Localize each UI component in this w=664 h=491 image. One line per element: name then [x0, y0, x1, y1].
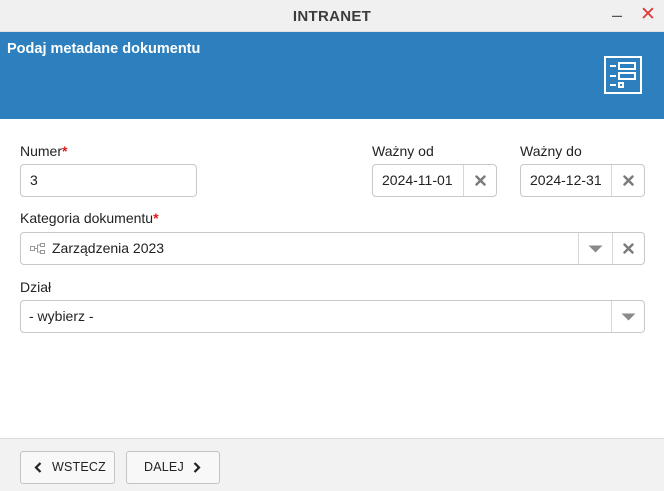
- dzial-label: Dział: [20, 279, 52, 295]
- wazny-od-value: 2024-11-01: [382, 172, 453, 188]
- back-button[interactable]: WSTECZ: [20, 451, 115, 484]
- wazny-do-value: 2024-12-31: [530, 172, 602, 188]
- chevron-down-icon: [588, 245, 603, 253]
- wazny-od-date-input[interactable]: 2024-11-01: [372, 164, 497, 197]
- chevron-down-icon: [621, 313, 636, 321]
- clear-wazny-do-button[interactable]: [612, 165, 644, 196]
- kategoria-label: Kategoria dokumentu*: [20, 210, 159, 226]
- form-list-icon: [604, 56, 642, 94]
- clear-icon: [475, 175, 486, 186]
- numer-value: 3: [30, 172, 38, 188]
- minimize-button[interactable]: –: [604, 0, 630, 32]
- dialog-header: Podaj metadane dokumentu: [0, 32, 664, 119]
- wazny-od-label: Ważny od: [372, 143, 434, 159]
- kategoria-value: Zarządzenia 2023: [52, 240, 165, 256]
- close-button[interactable]: ✕: [635, 0, 661, 32]
- clear-kategoria-button[interactable]: [613, 233, 644, 264]
- dzial-dropdown-button[interactable]: [612, 301, 644, 332]
- numer-label: Numer*: [20, 143, 67, 159]
- kategoria-select[interactable]: Zarządzenia 2023: [20, 232, 645, 265]
- required-mark: *: [62, 143, 68, 159]
- chevron-left-icon: [34, 462, 42, 473]
- kategoria-dropdown-button[interactable]: [579, 233, 612, 264]
- wazny-do-date-input[interactable]: 2024-12-31: [520, 164, 645, 197]
- clear-wazny-od-button[interactable]: [464, 165, 496, 196]
- required-mark: *: [153, 210, 159, 226]
- window-title: INTRANET: [292, 8, 372, 25]
- dzial-value: - wybierz -: [29, 308, 94, 324]
- clear-icon: [623, 243, 634, 254]
- dialog-footer: WSTECZ DALEJ: [0, 438, 664, 491]
- back-button-label: WSTECZ: [52, 460, 106, 474]
- sitemap-icon: [30, 243, 45, 254]
- wazny-do-label: Ważny do: [520, 143, 582, 159]
- next-button[interactable]: DALEJ: [126, 451, 220, 484]
- dzial-select[interactable]: - wybierz -: [20, 300, 645, 333]
- numer-label-text: Numer: [20, 143, 63, 159]
- chevron-right-icon: [193, 462, 201, 473]
- header-title: Podaj metadane dokumentu: [7, 41, 201, 57]
- clear-icon: [623, 175, 634, 186]
- numer-input[interactable]: 3: [20, 164, 197, 197]
- next-button-label: DALEJ: [144, 460, 184, 474]
- window-titlebar: INTRANET – ✕: [0, 0, 664, 32]
- kategoria-label-text: Kategoria dokumentu: [20, 210, 154, 226]
